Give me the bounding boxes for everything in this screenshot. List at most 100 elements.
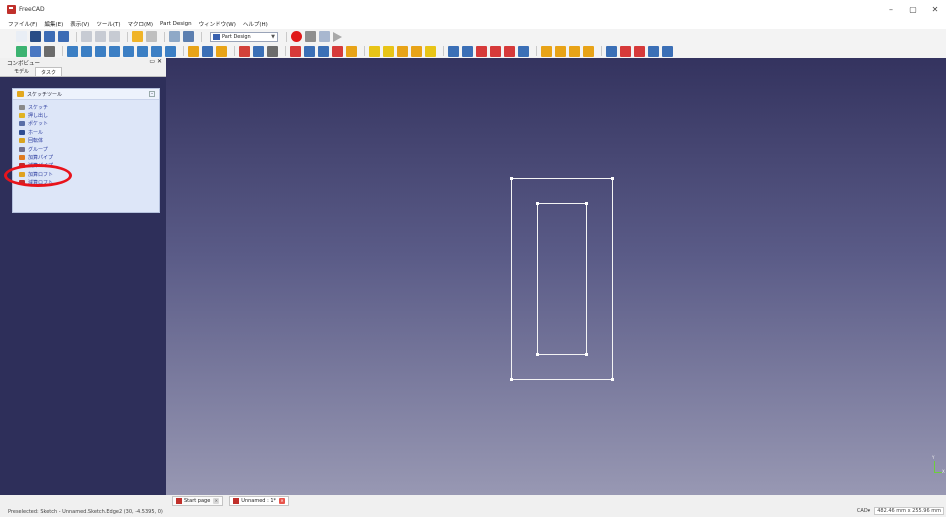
task-item[interactable]: 回転体 (19, 137, 159, 145)
thickness-icon[interactable] (648, 45, 659, 57)
open-file-icon[interactable] (30, 31, 41, 42)
multi-transform-icon[interactable] (583, 45, 594, 57)
additive-pipe-icon[interactable] (411, 45, 422, 57)
view-left-icon[interactable] (151, 45, 162, 57)
validate-sketch-icon[interactable] (253, 45, 264, 57)
menu-part-design[interactable]: Part Design (160, 21, 192, 27)
toolbar-separator (164, 31, 165, 42)
task-item[interactable]: グループ (19, 145, 159, 153)
menu-help[interactable]: ヘルプ(H) (243, 20, 268, 28)
pocket-icon[interactable] (448, 45, 459, 57)
menu-windows[interactable]: ウィンドウ(W) (199, 20, 236, 28)
close-button[interactable]: ✕ (924, 0, 946, 19)
axis-y-label: Y (932, 455, 935, 460)
create-sketch-icon[interactable] (239, 45, 250, 57)
sketch-inner-rectangle[interactable] (537, 203, 587, 355)
body-icon[interactable] (216, 45, 227, 57)
task-item[interactable]: 加算パイプ (19, 153, 159, 161)
execute-macro-icon[interactable] (333, 31, 342, 42)
workbench-selector[interactable]: Part Design ▼ (210, 31, 278, 42)
3d-view[interactable]: X Y (166, 58, 946, 495)
redo-icon[interactable] (146, 31, 157, 42)
view-right-icon[interactable] (109, 45, 120, 57)
sketch-vertex[interactable] (536, 202, 539, 205)
navigation-style-button[interactable]: CAD▾ (857, 508, 870, 514)
new-file-icon[interactable] (16, 31, 27, 42)
menu-macro[interactable]: マクロ(M) (127, 20, 153, 28)
macros-icon[interactable] (319, 31, 330, 42)
subtractive-pipe-icon[interactable] (504, 45, 515, 57)
sketch-vertex[interactable] (585, 353, 588, 356)
task-item[interactable]: ホール (19, 128, 159, 136)
map-sketch-icon[interactable] (267, 45, 278, 57)
maximize-button[interactable]: ▢ (902, 0, 924, 19)
undo-icon[interactable] (132, 31, 143, 42)
whats-this-icon[interactable] (183, 31, 194, 42)
groove-icon[interactable] (476, 45, 487, 57)
sketch-vertex[interactable] (510, 177, 513, 180)
menu-tools[interactable]: ツール(T) (96, 20, 120, 28)
stop-macro-icon[interactable] (305, 31, 316, 42)
part-icon[interactable] (188, 45, 199, 57)
sketch-vertex[interactable] (611, 177, 614, 180)
draw-style-icon[interactable] (44, 45, 55, 57)
cut-icon[interactable] (81, 31, 92, 42)
hole-icon[interactable] (462, 45, 473, 57)
tab-tasks[interactable]: タスク (35, 67, 63, 76)
menu-file[interactable]: ファイル(F) (8, 20, 37, 28)
sketch-vertex[interactable] (585, 202, 588, 205)
view-isometric-icon[interactable] (67, 45, 78, 57)
datum-point-icon[interactable] (290, 45, 301, 57)
menu-edit[interactable]: 編集(E) (44, 20, 63, 28)
minimize-button[interactable]: – (880, 0, 902, 19)
close-tab-icon[interactable]: ✕ (213, 497, 220, 504)
view-front-icon[interactable] (81, 45, 92, 57)
save-icon[interactable] (44, 31, 55, 42)
boolean-icon[interactable] (662, 45, 673, 57)
linear-pattern-icon[interactable] (555, 45, 566, 57)
local-cs-icon[interactable] (332, 45, 343, 57)
close-tab-icon[interactable]: ✕ (279, 497, 286, 504)
view-bottom-icon[interactable] (137, 45, 148, 57)
refresh-icon[interactable] (169, 31, 180, 42)
tab-start-page[interactable]: Start page ✕ (172, 495, 224, 506)
pad-icon[interactable] (369, 45, 380, 57)
shape-binder-icon[interactable] (346, 45, 357, 57)
save-as-icon[interactable] (58, 31, 69, 42)
revolution-icon[interactable] (383, 45, 394, 57)
chamfer-icon[interactable] (620, 45, 631, 57)
menu-view[interactable]: 表示(V) (70, 20, 89, 28)
draft-icon[interactable] (634, 45, 645, 57)
record-macro-icon[interactable] (291, 31, 302, 42)
view-top-icon[interactable] (95, 45, 106, 57)
paste-icon[interactable] (109, 31, 120, 42)
window-controls: – ▢ ✕ (880, 0, 946, 19)
subtractive-loft-icon[interactable] (490, 45, 501, 57)
panel-float-close-buttons[interactable]: ▭ ✕ (149, 58, 162, 65)
task-panel-header[interactable]: スケッチツール ⌃ (13, 89, 159, 100)
fit-all-icon[interactable] (16, 45, 27, 57)
measure-icon[interactable] (165, 45, 176, 57)
task-item[interactable]: スケッチ (19, 103, 159, 111)
mirrored-icon[interactable] (541, 45, 552, 57)
freecad-logo-icon (176, 497, 182, 504)
polar-pattern-icon[interactable] (569, 45, 580, 57)
additive-loft-icon[interactable] (397, 45, 408, 57)
fillet-icon[interactable] (606, 45, 617, 57)
collapse-icon[interactable]: ⌃ (149, 91, 155, 97)
tab-unnamed-document[interactable]: Unnamed : 1* ✕ (229, 495, 290, 506)
subtractive-primitive-icon[interactable] (518, 45, 529, 57)
task-item[interactable]: ポケット (19, 120, 159, 128)
fit-selection-icon[interactable] (30, 45, 41, 57)
sketch-vertex[interactable] (611, 378, 614, 381)
sketch-vertex[interactable] (510, 378, 513, 381)
copy-icon[interactable] (95, 31, 106, 42)
sketch-vertex[interactable] (536, 353, 539, 356)
group-icon[interactable] (202, 45, 213, 57)
datum-plane-icon[interactable] (318, 45, 329, 57)
tab-model[interactable]: モデル (8, 67, 35, 76)
additive-primitive-icon[interactable] (425, 45, 436, 57)
datum-line-icon[interactable] (304, 45, 315, 57)
view-rear-icon[interactable] (123, 45, 134, 57)
task-item[interactable]: 押し出し (19, 111, 159, 119)
